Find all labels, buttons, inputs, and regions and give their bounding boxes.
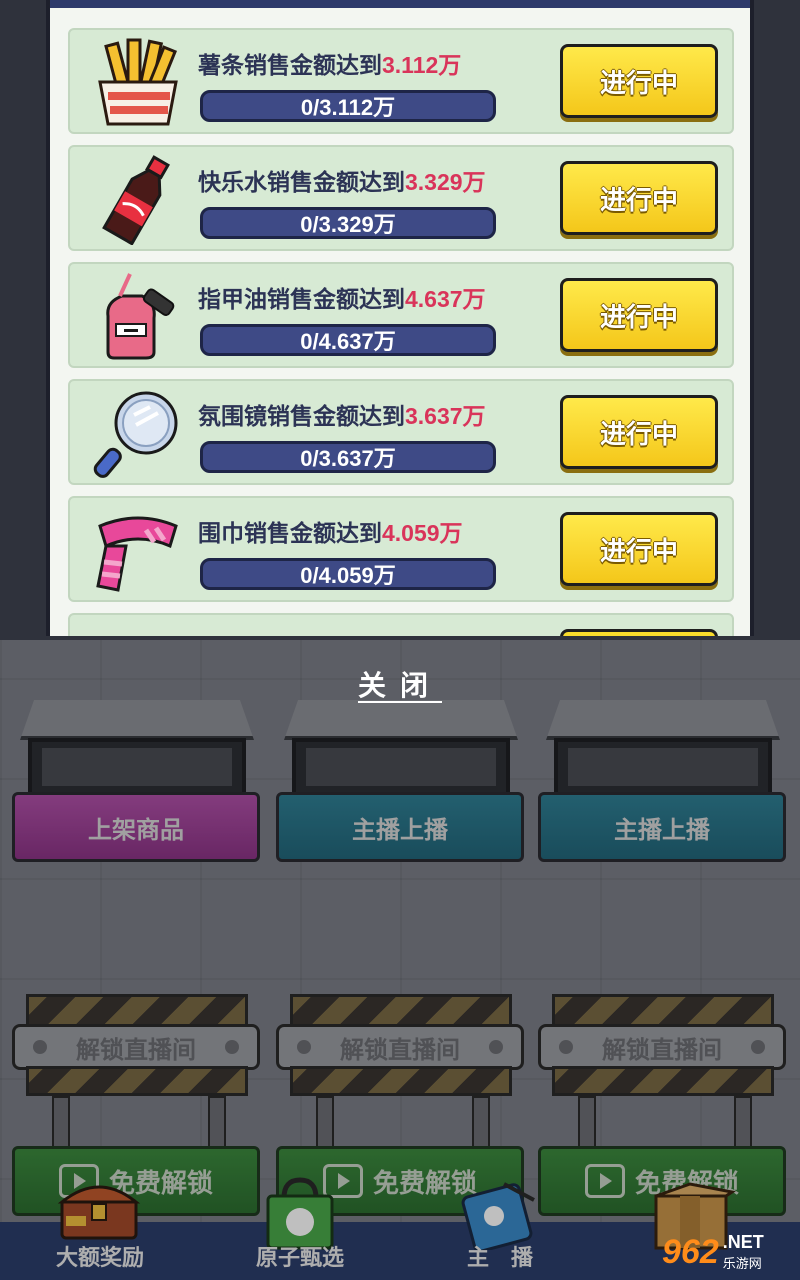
task-title: 氛围镜销售金额达到3.637万 — [198, 403, 486, 429]
modal-top-border — [50, 0, 750, 8]
task-row: 快乐水销售金额达到3.329万 0/3.329万 进行中 — [68, 145, 734, 251]
task-progress-bar: 0/3.329万 — [200, 207, 496, 239]
site-watermark: 962 .NET 乐游网 — [662, 1232, 764, 1271]
in-progress-button[interactable]: 进行中 — [560, 44, 718, 118]
task-row: 薯条销售金额达到3.112万 0/3.112万 进行中 — [68, 28, 734, 134]
task-list-modal: 薯条销售金额达到3.112万 0/3.112万 进行中 快乐水销售金额达到3.3… — [46, 0, 754, 636]
in-progress-button[interactable]: 进行中 — [560, 395, 718, 469]
fries-icon — [90, 38, 186, 128]
task-row: 围巾销售金额达到4.059万 0/4.059万 进行中 — [68, 496, 734, 602]
in-progress-button[interactable]: 进行中 — [560, 161, 718, 235]
nail-polish-icon — [90, 272, 186, 362]
task-progress-bar: 0/3.112万 — [200, 90, 496, 122]
in-progress-button[interactable] — [560, 629, 718, 636]
scarf-icon — [90, 506, 186, 596]
mirror-icon — [90, 389, 186, 479]
in-progress-button[interactable]: 进行中 — [560, 278, 718, 352]
cola-bottle-icon — [90, 155, 186, 246]
task-title: 指甲油销售金额达到4.637万 — [198, 286, 486, 312]
task-progress-bar: 0/4.059万 — [200, 558, 496, 590]
task-title: 围巾销售金额达到4.059万 — [198, 520, 463, 546]
task-row: 氛围镜销售金额达到3.637万 0/3.637万 进行中 — [68, 379, 734, 485]
task-progress-bar: 0/4.637万 — [200, 324, 496, 356]
task-progress-bar: 0/3.637万 — [200, 441, 496, 473]
task-row: 指甲油销售金额达到4.637万 0/4.637万 进行中 — [68, 262, 734, 368]
task-title: 快乐水销售金额达到3.329万 — [198, 169, 486, 195]
in-progress-button[interactable]: 进行中 — [560, 512, 718, 586]
close-button[interactable]: 关闭 — [340, 664, 460, 712]
task-row-partial — [68, 613, 734, 636]
task-title: 薯条销售金额达到3.112万 — [198, 52, 462, 78]
